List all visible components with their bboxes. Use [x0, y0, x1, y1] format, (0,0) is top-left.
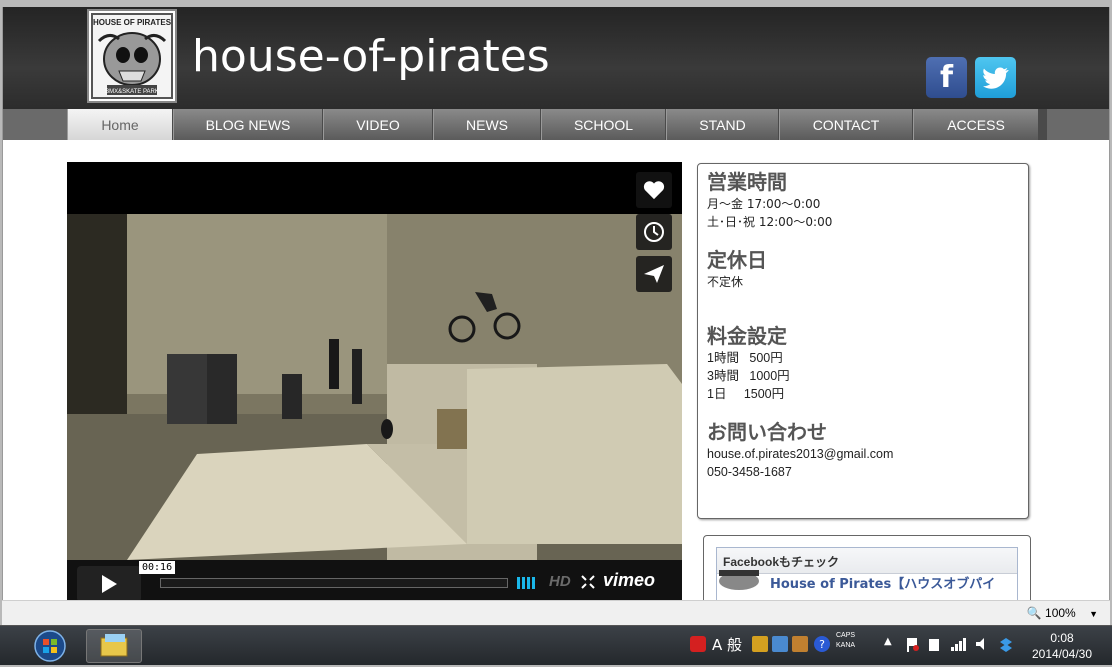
site-header: HOUSE OF PIRATES BMX&SKATE PARK house-of…: [3, 7, 1109, 109]
nav-video[interactable]: VIDEO: [323, 109, 433, 140]
zoom-icon: 🔍: [1026, 606, 1042, 620]
info-panel: 営業時間 月～金 17:00～0:00 土･日･祝 12:00～0:00 定休日…: [697, 163, 1029, 519]
nav-divider: [1039, 109, 1047, 140]
twitter-bird-icon: [982, 67, 1009, 89]
nav-access[interactable]: ACCESS: [913, 109, 1039, 140]
price-heading: 料金設定: [707, 324, 787, 348]
start-button[interactable]: [30, 629, 72, 663]
time-display: 00:16: [139, 561, 176, 574]
system-clock[interactable]: 0:08 2014/04/30: [1030, 630, 1094, 662]
watch-later-button[interactable]: [636, 214, 672, 250]
contact-phone: 050-3458-1687: [707, 465, 792, 479]
vimeo-logo[interactable]: vimeo: [603, 570, 655, 591]
zoom-dropdown-icon[interactable]: ▼: [1089, 609, 1098, 619]
twitter-button[interactable]: [975, 57, 1016, 98]
ime-indicator[interactable]: A 般: [712, 634, 742, 655]
nav-stand[interactable]: STAND: [666, 109, 779, 140]
clock-date: 2014/04/30: [1031, 647, 1093, 661]
nav-blog-news[interactable]: BLOG NEWS: [173, 109, 323, 140]
flag-icon[interactable]: [904, 636, 920, 652]
volume-tray-icon[interactable]: [974, 636, 990, 652]
main-navigation: Home BLOG NEWS VIDEO NEWS SCHOOL STAND C…: [3, 109, 1109, 140]
power-icon[interactable]: [926, 636, 942, 652]
price-3h: 3時間 1000円: [707, 369, 790, 383]
like-button[interactable]: [636, 172, 672, 208]
play-icon: [102, 575, 117, 593]
browser-statusbar: 🔍 100% ▼: [2, 600, 1110, 625]
nav-contact[interactable]: CONTACT: [779, 109, 913, 140]
clock-time: 0:08: [1050, 631, 1074, 645]
progress-bar[interactable]: [160, 578, 508, 588]
facebook-icon: f: [939, 60, 954, 95]
contact-heading: お問い合わせ: [707, 420, 827, 444]
folder-icon: [100, 634, 128, 657]
volume-icon[interactable]: [517, 575, 541, 591]
site-logo[interactable]: HOUSE OF PIRATES BMX&SKATE PARK: [87, 9, 177, 103]
hd-toggle[interactable]: HD: [549, 573, 571, 590]
browser-viewport: HOUSE OF PIRATES BMX&SKATE PARK house-of…: [2, 7, 1110, 600]
send-icon: [644, 265, 664, 283]
caps-kana-indicator: CAPS KANA: [836, 631, 855, 651]
security-tray-icon[interactable]: [690, 636, 706, 652]
nav-home[interactable]: Home: [67, 109, 173, 140]
caps-label: CAPS: [836, 632, 856, 639]
show-hidden-icons-icon[interactable]: ▲: [884, 636, 892, 647]
hours-weekend: 土･日･祝 12:00～0:00: [707, 215, 833, 229]
video-controls: 00:16 HD vimeo: [67, 560, 682, 600]
price-1h: 1時間 500円: [707, 351, 783, 365]
price-1day: 1日 1500円: [707, 387, 785, 401]
facebook-widget-header: Facebookもチェック: [717, 548, 1017, 574]
kana-label: KANA: [836, 642, 856, 649]
video-player[interactable]: 00:16 HD vimeo: [67, 162, 682, 600]
facebook-page-link[interactable]: House of Pirates【ハウスオブパイ: [770, 573, 995, 592]
facebook-widget: Facebookもチェック House of Pirates【ハウスオブパイ: [703, 535, 1031, 600]
windows-logo-icon: [34, 630, 66, 662]
play-button[interactable]: [77, 566, 141, 600]
hours-weekday: 月～金 17:00～0:00: [707, 197, 821, 211]
video-frame[interactable]: [67, 214, 682, 560]
hours-heading: 営業時間: [707, 170, 787, 194]
closed-heading: 定休日: [707, 248, 767, 272]
contact-email[interactable]: house.of.pirates2013@gmail.com: [707, 445, 1019, 463]
logo-bottom-text: BMX&SKATE PARK: [105, 89, 159, 95]
heart-icon: [643, 181, 665, 200]
zoom-control[interactable]: 🔍 100% ▼: [1027, 606, 1098, 620]
fb-page-logo[interactable]: [716, 567, 762, 591]
closed-text: 不定休: [707, 275, 744, 289]
ime-tool-icon[interactable]: [752, 636, 768, 652]
ime-pad-icon[interactable]: [772, 636, 788, 652]
clock-icon: [644, 222, 664, 242]
logo-top-text: HOUSE OF PIRATES: [93, 18, 172, 27]
nav-school[interactable]: SCHOOL: [541, 109, 666, 140]
fullscreen-icon[interactable]: [581, 575, 595, 589]
help-icon[interactable]: ?: [814, 636, 830, 652]
windows-taskbar: A 般 ? CAPS KANA ▲ 0:08 2014/04/30: [0, 625, 1112, 665]
facebook-button[interactable]: f: [926, 57, 967, 98]
ime-dictionary-icon[interactable]: [792, 636, 808, 652]
nav-news[interactable]: NEWS: [433, 109, 541, 140]
dropbox-icon[interactable]: [998, 636, 1014, 652]
network-signal-icon[interactable]: [950, 636, 966, 652]
svg-text:?: ?: [819, 638, 825, 651]
taskbar-explorer-button[interactable]: [86, 629, 142, 663]
zoom-level: 100%: [1045, 606, 1076, 620]
share-button[interactable]: [636, 256, 672, 292]
site-title[interactable]: house-of-pirates: [192, 31, 550, 82]
